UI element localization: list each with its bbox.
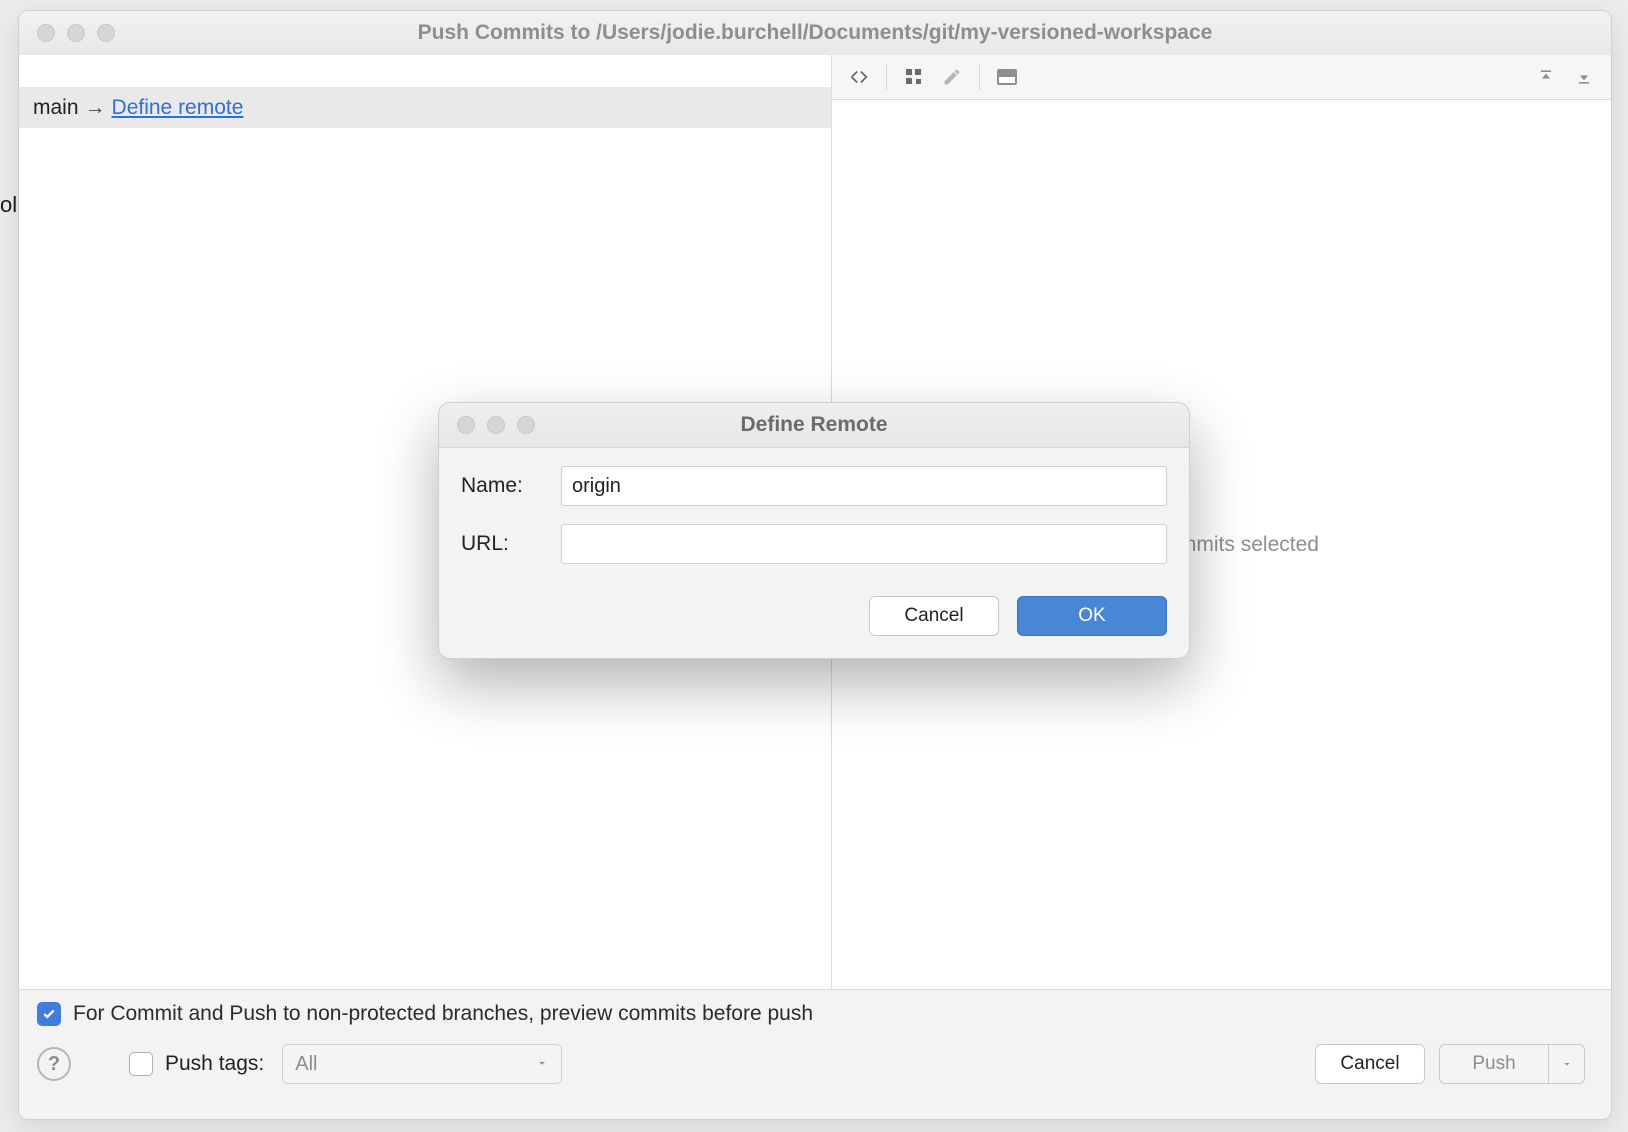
preview-checkbox[interactable] (37, 1002, 61, 1026)
background-clipped-text: ol (0, 192, 17, 218)
zoom-window-icon[interactable] (517, 416, 535, 434)
modal-window-controls (439, 416, 535, 434)
help-button[interactable]: ? (37, 1047, 71, 1081)
edit-icon[interactable] (935, 62, 969, 92)
define-remote-dialog: Define Remote Name: URL: Cancel OK (438, 402, 1190, 659)
main-titlebar: Push Commits to /Users/jodie.burchell/Do… (19, 11, 1611, 56)
main-cancel-button[interactable]: Cancel (1315, 1044, 1425, 1084)
push-button-dropdown[interactable] (1549, 1044, 1585, 1084)
push-tags-option[interactable]: Push tags: (129, 1052, 264, 1076)
remote-name-input[interactable] (561, 466, 1167, 506)
expand-all-icon[interactable] (842, 62, 876, 92)
push-tags-selected-value: All (295, 1053, 317, 1076)
push-split-button: Push (1439, 1044, 1585, 1084)
preview-checkbox-label: For Commit and Push to non-protected bra… (73, 1002, 813, 1026)
chevron-down-icon (535, 1053, 549, 1076)
push-tags-label-text: Push tags: (165, 1052, 264, 1076)
modal-body: Name: URL: (439, 448, 1189, 574)
define-remote-link[interactable]: Define remote (112, 96, 244, 120)
toolbar-separator (886, 64, 887, 90)
arrow-right-icon: → (85, 96, 106, 120)
bottom-actions-row: ? Push tags: All Cancel Push (37, 1044, 1593, 1084)
remote-url-input[interactable] (561, 524, 1167, 564)
url-field-label: URL: (461, 532, 551, 556)
preview-option-row[interactable]: For Commit and Push to non-protected bra… (37, 1002, 1593, 1026)
modal-ok-button[interactable]: OK (1017, 596, 1167, 636)
toolbar-separator (979, 64, 980, 90)
close-window-icon[interactable] (37, 24, 55, 42)
preview-icon[interactable] (990, 62, 1024, 92)
grid-view-icon[interactable] (897, 62, 931, 92)
collapse-top-icon[interactable] (1529, 62, 1563, 92)
branch-name: main (33, 96, 79, 120)
push-button[interactable]: Push (1439, 1044, 1549, 1084)
modal-button-row: Cancel OK (439, 574, 1189, 658)
minimize-window-icon[interactable] (67, 24, 85, 42)
diff-toolbar (832, 55, 1611, 100)
modal-titlebar: Define Remote (439, 403, 1189, 448)
modal-title: Define Remote (439, 413, 1189, 437)
zoom-window-icon[interactable] (97, 24, 115, 42)
push-tags-select[interactable]: All (282, 1044, 562, 1084)
window-controls (19, 24, 115, 42)
bottom-bar: For Commit and Push to non-protected bra… (19, 989, 1611, 1119)
main-window-title: Push Commits to /Users/jodie.burchell/Do… (19, 21, 1611, 45)
name-field-label: Name: (461, 474, 551, 498)
left-header-blank (19, 55, 831, 88)
minimize-window-icon[interactable] (487, 416, 505, 434)
modal-cancel-button[interactable]: Cancel (869, 596, 999, 636)
push-tags-checkbox[interactable] (129, 1052, 153, 1076)
close-window-icon[interactable] (457, 416, 475, 434)
branch-row[interactable]: main → Define remote (19, 88, 831, 128)
collapse-bottom-icon[interactable] (1567, 62, 1601, 92)
